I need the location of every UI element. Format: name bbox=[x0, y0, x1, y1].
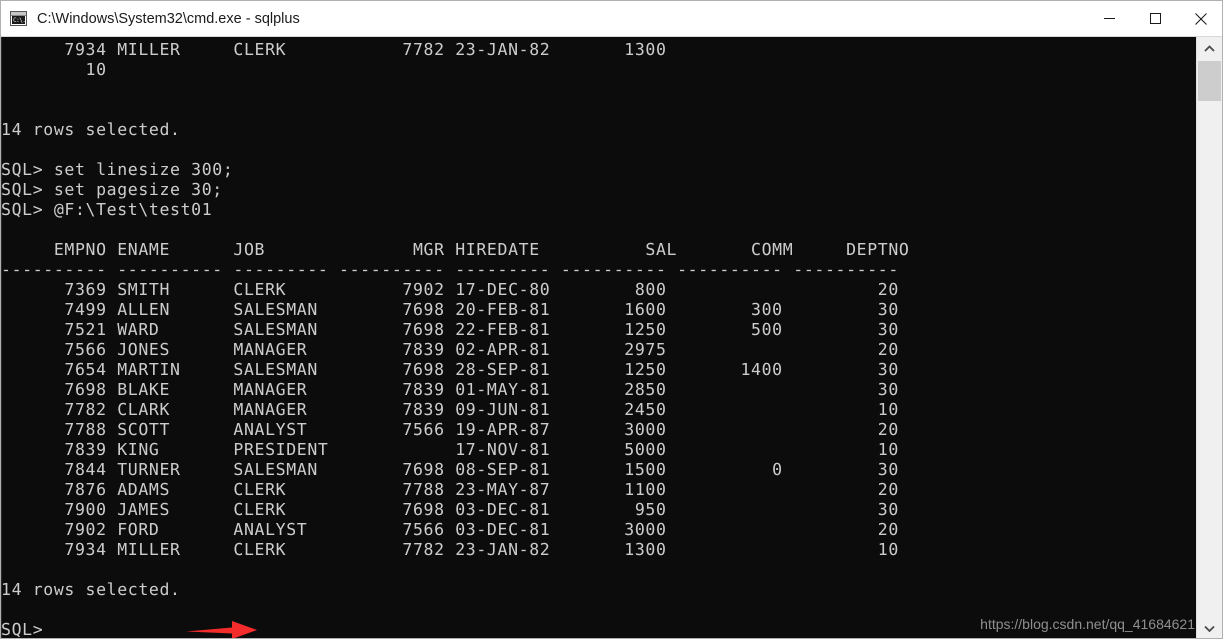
cmd-app-icon-screen: C:\. bbox=[12, 16, 25, 24]
window-title: C:\Windows\System32\cmd.exe - sqlplus bbox=[37, 10, 300, 27]
scroll-up-button[interactable] bbox=[1197, 37, 1222, 59]
minimize-button[interactable] bbox=[1086, 1, 1132, 36]
close-button[interactable] bbox=[1178, 1, 1222, 36]
terminal-line: ---------- ---------- --------- --------… bbox=[1, 260, 899, 279]
terminal-line: 7698 BLAKE MANAGER 7839 01-MAY-81 2850 3… bbox=[1, 380, 899, 399]
terminal-line: SQL> bbox=[1, 620, 44, 639]
minimize-icon bbox=[1103, 18, 1115, 19]
terminal-line: SQL> @F:\Test\test01 bbox=[1, 200, 213, 219]
terminal-line: 14 rows selected. bbox=[1, 120, 181, 139]
terminal-line: 7844 TURNER SALESMAN 7698 08-SEP-81 1500… bbox=[1, 460, 899, 479]
terminal-line: 7369 SMITH CLERK 7902 17-DEC-80 800 20 bbox=[1, 280, 899, 299]
maximize-button[interactable] bbox=[1132, 1, 1178, 36]
vertical-scrollbar[interactable] bbox=[1196, 37, 1222, 638]
cmd-app-icon[interactable]: C:\. bbox=[10, 11, 27, 26]
terminal-line: EMPNO ENAME JOB MGR HIREDATE SAL COMM DE… bbox=[1, 240, 910, 259]
terminal-line: SQL> set linesize 300; bbox=[1, 160, 234, 179]
terminal-line: 10 bbox=[1, 60, 107, 79]
terminal-line: 7782 CLARK MANAGER 7839 09-JUN-81 2450 1… bbox=[1, 400, 899, 419]
terminal-text-buffer: 7934 MILLER CLERK 7782 23-JAN-82 1300 10… bbox=[1, 40, 910, 639]
terminal-line: 7900 JAMES CLERK 7698 03-DEC-81 950 30 bbox=[1, 500, 899, 519]
watermark-text: https://blog.csdn.net/qq_41684621 bbox=[980, 616, 1195, 632]
terminal-line: 7521 WARD SALESMAN 7698 22-FEB-81 1250 5… bbox=[1, 320, 899, 339]
close-icon bbox=[1195, 12, 1207, 25]
scrollbar-thumb[interactable] bbox=[1198, 61, 1221, 101]
terminal-output-area[interactable]: 7934 MILLER CLERK 7782 23-JAN-82 1300 10… bbox=[1, 37, 1198, 639]
terminal-line: 7566 JONES MANAGER 7839 02-APR-81 2975 2… bbox=[1, 340, 899, 359]
scroll-down-button[interactable] bbox=[1197, 617, 1222, 638]
terminal-line: 7934 MILLER CLERK 7782 23-JAN-82 1300 10 bbox=[1, 540, 899, 559]
terminal-line: 7876 ADAMS CLERK 7788 23-MAY-87 1100 20 bbox=[1, 480, 899, 499]
terminal-line: 7654 MARTIN SALESMAN 7698 28-SEP-81 1250… bbox=[1, 360, 899, 379]
terminal-line: 7934 MILLER CLERK 7782 23-JAN-82 1300 bbox=[1, 40, 667, 59]
terminal-line: 7788 SCOTT ANALYST 7566 19-APR-87 3000 2… bbox=[1, 420, 899, 439]
chevron-down-icon bbox=[1204, 625, 1215, 632]
terminal-line: 7499 ALLEN SALESMAN 7698 20-FEB-81 1600 … bbox=[1, 300, 899, 319]
terminal-line: 14 rows selected. bbox=[1, 580, 181, 599]
terminal-line: SQL> set pagesize 30; bbox=[1, 180, 223, 199]
terminal-line: 7839 KING PRESIDENT 17-NOV-81 5000 10 bbox=[1, 440, 899, 459]
cmd-window: C:\. C:\Windows\System32\cmd.exe - sqlpl… bbox=[0, 0, 1223, 639]
chevron-up-icon bbox=[1204, 44, 1215, 52]
title-bar[interactable]: C:\. C:\Windows\System32\cmd.exe - sqlpl… bbox=[1, 1, 1222, 37]
maximize-icon bbox=[1149, 13, 1161, 24]
terminal-line: 7902 FORD ANALYST 7566 03-DEC-81 3000 20 bbox=[1, 520, 899, 539]
